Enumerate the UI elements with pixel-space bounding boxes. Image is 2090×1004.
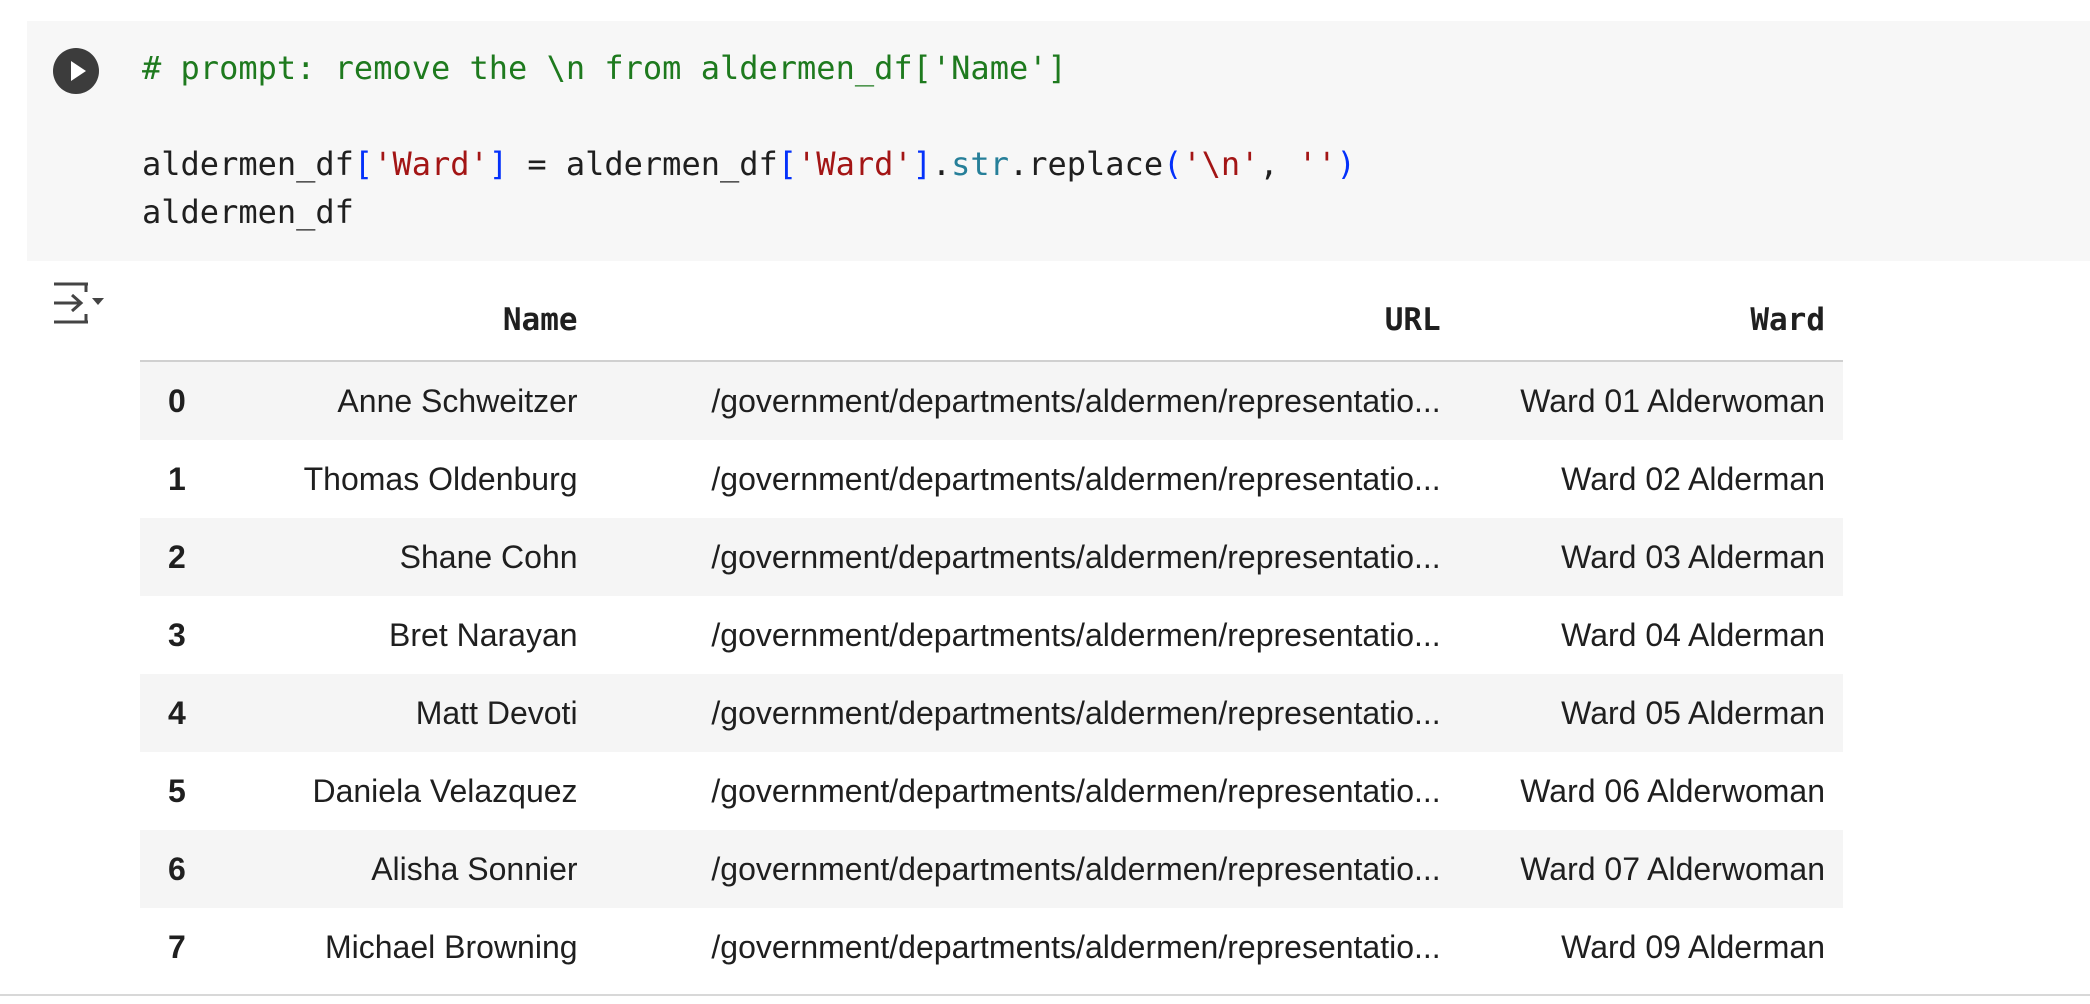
divider	[0, 994, 2090, 996]
cell-ward: Ward 04 Alderman	[1561, 616, 1825, 653]
table-row: 2 Shane Cohn/government/departments/alder…	[140, 518, 1843, 596]
cell-name: Anne Schweitzer	[337, 382, 578, 419]
output-actions-icon[interactable]	[50, 278, 106, 328]
code-token: )	[1336, 145, 1356, 183]
table-row: 5 Daniela Velazquez/government/department…	[140, 752, 1843, 830]
code-token: (	[1163, 145, 1183, 183]
cell-url: /government/departments/aldermen/represe…	[711, 928, 1441, 965]
cell-ward: Ward 05 Alderman	[1561, 694, 1825, 731]
cell-url: /government/departments/aldermen/represe…	[711, 616, 1441, 653]
cell-url: /government/departments/aldermen/represe…	[711, 538, 1441, 575]
code-token: .replace	[1008, 145, 1164, 183]
code-token: [	[777, 145, 798, 183]
header-url: URL	[595, 280, 1459, 362]
table-row: 7 Michael Browning/government/departments…	[140, 908, 1843, 986]
row-index: 5	[168, 772, 186, 809]
code-token: ]	[488, 145, 509, 183]
row-index: 2	[168, 538, 186, 575]
code-token: = aldermen_df	[508, 145, 778, 183]
row-index: 6	[168, 850, 186, 887]
code-line: aldermen_df	[142, 188, 1356, 236]
code-token: '\n'	[1182, 145, 1260, 183]
cell-name: Thomas Oldenburg	[303, 460, 578, 497]
code-token: aldermen_df	[142, 193, 354, 231]
run-cell-button[interactable]	[53, 48, 99, 94]
cell-url: /government/departments/aldermen/represe…	[711, 772, 1441, 809]
table-header-row: Name URL Ward	[140, 280, 1843, 362]
cell-url: /government/departments/aldermen/represe…	[711, 382, 1441, 419]
code-token: .	[931, 145, 952, 183]
code-token: 'Ward'	[373, 145, 489, 183]
cell-url: /government/departments/aldermen/represe…	[711, 460, 1441, 497]
row-index: 1	[168, 460, 186, 497]
code-token: [	[353, 145, 374, 183]
cell-ward: Ward 01 Alderwoman	[1520, 382, 1825, 419]
play-icon	[71, 61, 86, 81]
table-row: 0 Anne Schweitzer/government/departments/…	[140, 361, 1843, 440]
cell-ward: Ward 07 Alderwoman	[1520, 850, 1825, 887]
row-index: 3	[168, 616, 186, 653]
code-token: ]	[912, 145, 932, 183]
cell-name: Shane Cohn	[399, 538, 578, 575]
header-index	[140, 280, 246, 362]
code-token: 'Ward'	[797, 145, 913, 183]
cell-url: /government/departments/aldermen/represe…	[711, 694, 1441, 731]
row-index: 4	[168, 694, 186, 731]
cell-ward: Ward 02 Alderman	[1561, 460, 1825, 497]
code-token: ''	[1297, 145, 1337, 183]
code-editor[interactable]: # prompt: remove the \n from aldermen_df…	[142, 44, 1356, 236]
cell-url: /government/departments/aldermen/represe…	[711, 850, 1441, 887]
cell-name: Matt Devoti	[415, 694, 578, 731]
table-row: 4 Matt Devoti/government/departments/alde…	[140, 674, 1843, 752]
cell-ward: Ward 09 Alderman	[1561, 928, 1825, 965]
dataframe-output-table: Name URL Ward 0 Anne Schweitzer/governmen…	[140, 280, 1843, 986]
cell-ward: Ward 06 Alderwoman	[1520, 772, 1825, 809]
table-row: 6 Alisha Sonnier/government/departments/a…	[140, 830, 1843, 908]
cell-name: Bret Narayan	[389, 616, 578, 653]
code-line: aldermen_df['Ward'] = aldermen_df['Ward'…	[142, 140, 1356, 188]
table-row: 1 Thomas Oldenburg/government/departments…	[140, 440, 1843, 518]
code-token: str	[951, 145, 1009, 183]
cell-name: Michael Browning	[324, 928, 578, 965]
header-ward: Ward	[1458, 280, 1843, 362]
header-name: Name	[246, 280, 596, 362]
code-token: aldermen_df	[142, 145, 354, 183]
cell-name: Alisha Sonnier	[371, 850, 578, 887]
row-index: 7	[168, 928, 186, 965]
row-index: 0	[168, 382, 186, 419]
code-token: # prompt: remove the \n from aldermen_df…	[142, 49, 1067, 87]
cell-name: Daniela Velazquez	[312, 772, 578, 809]
code-token: ,	[1259, 145, 1298, 183]
code-line: # prompt: remove the \n from aldermen_df…	[142, 44, 1356, 92]
table-row: 3 Bret Narayan/government/departments/ald…	[140, 596, 1843, 674]
cell-ward: Ward 03 Alderman	[1561, 538, 1825, 575]
